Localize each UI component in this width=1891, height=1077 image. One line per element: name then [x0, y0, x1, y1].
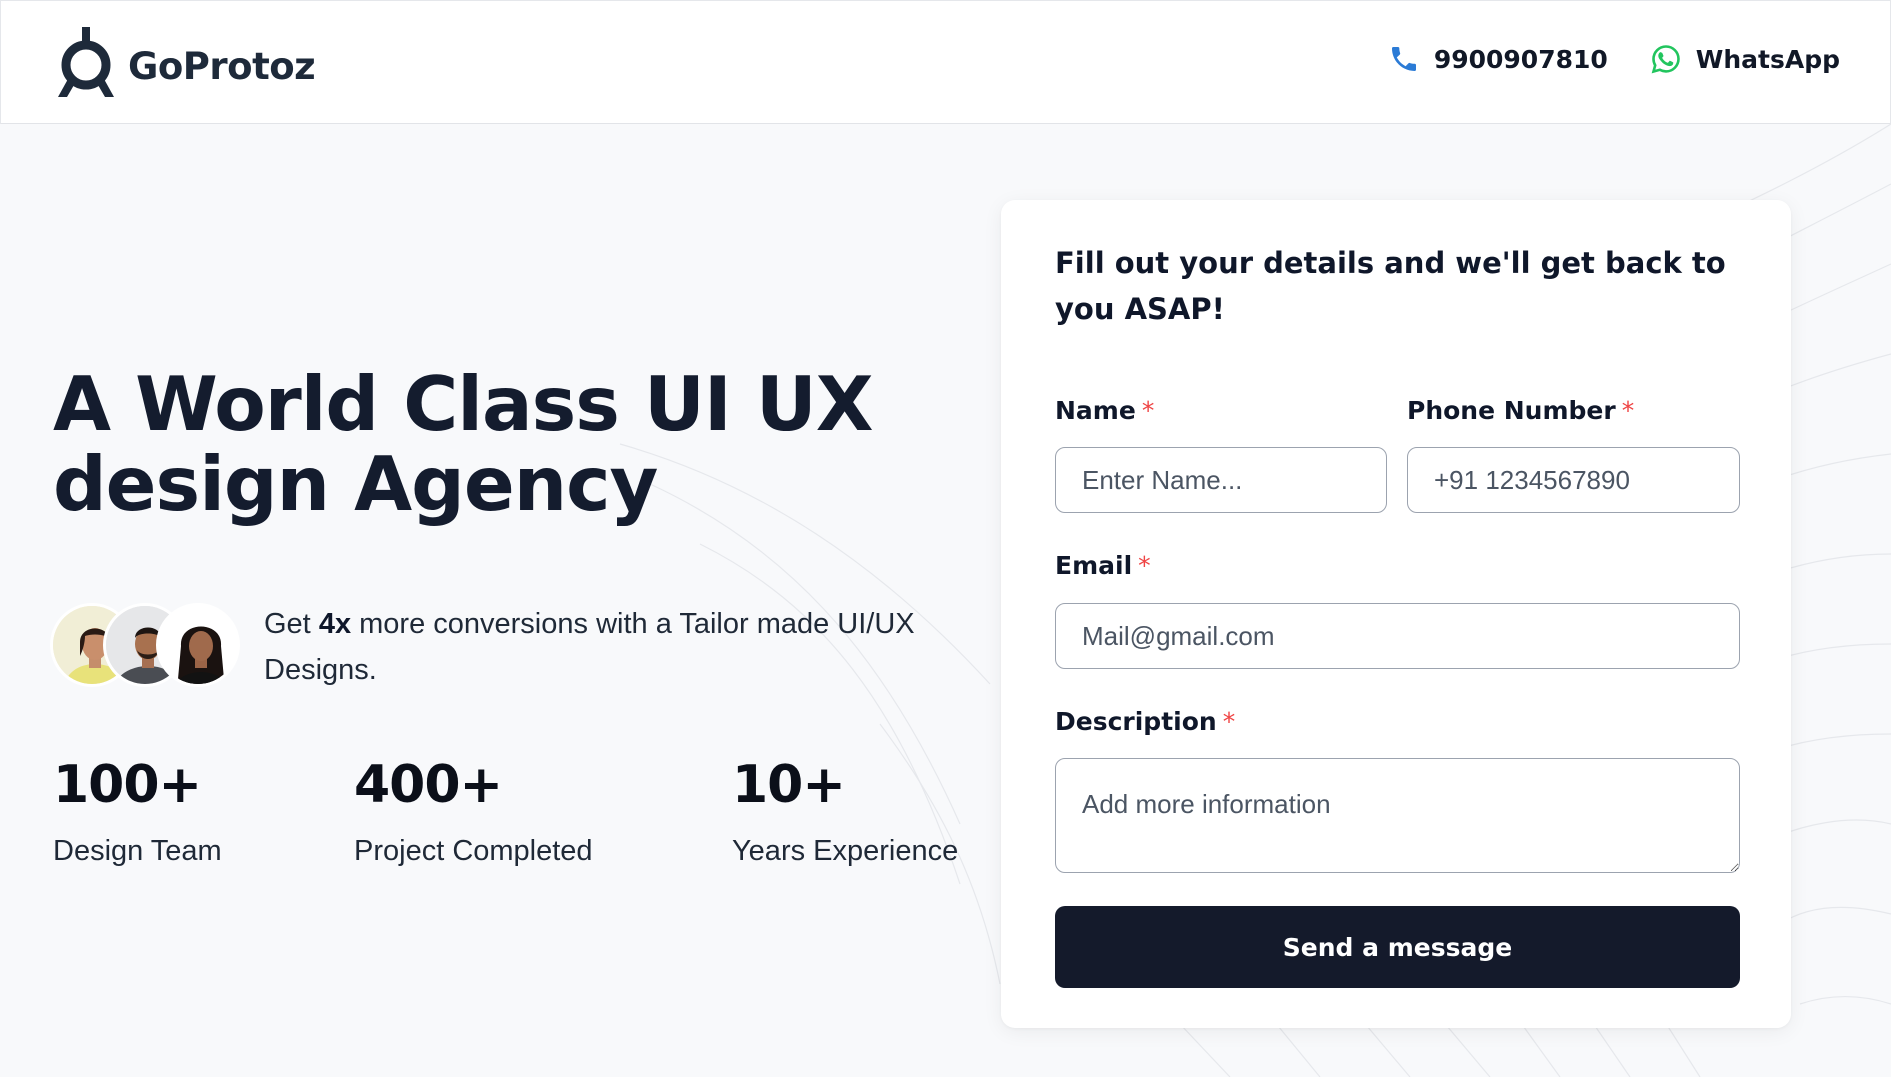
send-message-button[interactable]: Send a message	[1055, 906, 1740, 988]
tagline-prefix: Get	[264, 608, 319, 640]
stat-value: 10+	[732, 755, 846, 815]
name-label: Name *	[1055, 396, 1154, 425]
stat-design-team: 100+ Design Team	[53, 755, 222, 868]
phone-label-text: Phone Number	[1407, 396, 1616, 425]
form-title: Fill out your details and we'll get back…	[1055, 246, 1726, 326]
description-label-text: Description	[1055, 707, 1217, 736]
description-textarea[interactable]	[1055, 758, 1740, 873]
email-label-text: Email	[1055, 551, 1133, 580]
required-mark: *	[1138, 551, 1151, 580]
description-label: Description *	[1055, 707, 1235, 736]
name-input[interactable]	[1055, 447, 1387, 513]
goprotoz-logo-icon	[58, 27, 114, 97]
required-mark: *	[1621, 396, 1635, 425]
brand-logo[interactable]: GoProtoz	[54, 27, 316, 99]
email-label: Email *	[1055, 551, 1151, 580]
stat-value: 400+	[354, 755, 503, 815]
contact-form: Fill out your details and we'll get back…	[1001, 200, 1791, 1028]
stat-value: 100+	[53, 755, 202, 815]
phone-link[interactable]: 9900907810	[1388, 43, 1608, 75]
required-mark: *	[1141, 396, 1155, 425]
required-mark: *	[1222, 707, 1236, 736]
whatsapp-icon	[1651, 45, 1680, 74]
stat-projects-completed: 400+ Project Completed	[354, 755, 593, 868]
header-contacts: 9900907810 WhatsApp	[1388, 43, 1840, 75]
phone-icon	[1391, 47, 1416, 71]
email-input[interactable]	[1055, 603, 1740, 669]
team-avatars	[50, 603, 246, 687]
tagline-highlight: 4x	[318, 608, 352, 640]
tagline-suffix: more conversions with a Tailor made UI/U…	[264, 608, 915, 686]
brand-name: GoProtoz	[128, 44, 316, 88]
top-navbar: GoProtoz 9900907810 WhatsApp	[0, 0, 1891, 124]
stat-label: Years Experience	[732, 835, 959, 867]
hero-tagline: Get 4x more conversions with a Tailor ma…	[264, 601, 964, 693]
phone-number: 9900907810	[1433, 44, 1608, 74]
whatsapp-label: WhatsApp	[1695, 44, 1840, 74]
phone-label: Phone Number *	[1407, 396, 1634, 425]
name-label-text: Name	[1055, 396, 1136, 425]
avatar	[156, 603, 240, 687]
hero-title-line-2: design Agency	[53, 440, 658, 528]
stat-label: Design Team	[53, 835, 222, 867]
hero-title: A World Class UI UX design Agency	[53, 364, 953, 524]
stat-label: Project Completed	[354, 835, 593, 867]
phone-input[interactable]	[1407, 447, 1740, 513]
whatsapp-link[interactable]: WhatsApp	[1650, 43, 1840, 75]
hero-title-line-1: A World Class UI UX	[53, 360, 874, 448]
stat-years-experience: 10+ Years Experience	[732, 755, 958, 868]
